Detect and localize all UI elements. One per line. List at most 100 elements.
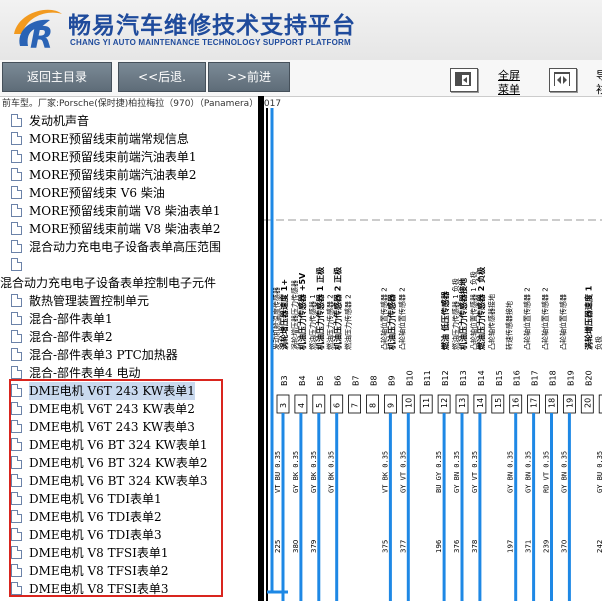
circuit-number: 371 bbox=[525, 540, 533, 553]
tree-item-label: MORE预留线束前端常规信息 bbox=[29, 132, 189, 146]
wire-color-label: GY BN 0.35 bbox=[507, 451, 515, 493]
pin-description: 燃油压力传感器 2 bbox=[344, 294, 353, 350]
connector-pin[interactable]: 凸轮轴位置传感器 B19 19 GY BN 0.35 370 bbox=[558, 294, 576, 601]
app-subtitle: CHANG YI AUTO MAINTENANCE TECHNOLOGY SUP… bbox=[70, 38, 351, 47]
connector-pin[interactable]: 燃油 低压传感器 B12 12 BU GY 0.35 196 bbox=[435, 290, 451, 601]
forward-button[interactable]: >>前进 bbox=[208, 62, 290, 92]
circuit-number: 375 bbox=[381, 540, 389, 553]
document-icon bbox=[11, 150, 22, 163]
connector-pin[interactable]: 凸轮轴位置传感器 2 B10 10 GY VT 0.35 377 bbox=[397, 287, 415, 601]
wire-color-label: GY BU 0.35 bbox=[596, 451, 602, 493]
pin-number: 4 bbox=[297, 403, 306, 408]
circuit-number: 242 bbox=[596, 540, 602, 553]
pin-number: 15 bbox=[494, 398, 503, 408]
connector-pin[interactable]: 涡轮增压器压力传感器 机油压力传感器 +5VB44GY BK 0.35380 bbox=[290, 272, 308, 601]
document-icon bbox=[11, 168, 22, 181]
fullscreen-label-line2: 菜单 bbox=[498, 83, 520, 96]
pin-signal-label: 机油压力传感器 +5V bbox=[297, 272, 307, 350]
tree-item-label: MORE预留线束 V6 柴油 bbox=[29, 186, 165, 200]
connector-pin[interactable]: 凸轮轴位置传感器 2 机油压力传感器B99VT BK 0.35375 bbox=[379, 287, 397, 601]
cut-label-line1: 导 bbox=[596, 69, 602, 82]
fullscreen-toggle-button[interactable] bbox=[450, 68, 478, 92]
wire-color-label: GY BN 0.35 bbox=[560, 451, 568, 493]
pin-number: 8 bbox=[369, 403, 378, 408]
wiring-diagram[interactable]: 发动机舱温度传感器 涡轮增压器速度 1+ B3 3 VT BU 0.35 225 涡轮增压器… bbox=[264, 108, 602, 601]
connector-pin[interactable]: 转速传感器接地 B16 16 GY BN 0.35 197 bbox=[505, 301, 523, 601]
fullscreen-label-line1: 全屏 bbox=[498, 69, 520, 82]
connector-pin[interactable]: 凸轮轴位置传感器 2 B18 18 RD VT 0.35 239 bbox=[541, 287, 558, 601]
pin-signal-label: 机油压力传感器 bbox=[386, 293, 396, 350]
pin-id: B13 bbox=[459, 370, 468, 386]
document-icon bbox=[11, 366, 22, 379]
pin-description: 凸轮轴位置传感器 bbox=[558, 294, 567, 350]
pin-number: 17 bbox=[530, 398, 539, 408]
tree-item-label: 发动机声音 bbox=[29, 114, 90, 128]
pin-number: 18 bbox=[548, 398, 557, 408]
connector-pin[interactable]: 燃油压力传感器 2 B7 7 bbox=[344, 294, 361, 414]
wiring-diagram-canvas: 发动机舱温度传感器 涡轮增压器速度 1+B33VT BU 0.35225涡轮增压器… bbox=[264, 108, 602, 601]
circuit-number: 239 bbox=[543, 540, 551, 553]
connector-pin[interactable]: 燃油压力传感器 1 机油压力传感器 1 正极B55GY BK 0.35379 bbox=[308, 267, 326, 601]
pin-number: 5 bbox=[315, 403, 324, 408]
pin-id: B17 bbox=[531, 370, 540, 386]
split-view-button[interactable] bbox=[549, 68, 577, 92]
wire-color-label: GY BK 0.35 bbox=[292, 451, 300, 493]
pin-number: 14 bbox=[476, 398, 485, 408]
wire-color-label: GY BK 0.35 bbox=[310, 451, 318, 493]
pin-signal-label: 燃油压力传感器 2 负极 bbox=[476, 267, 486, 350]
pin-description: 凸轮轴位置传感器 2 bbox=[523, 287, 532, 350]
connector-pin[interactable]: 发动机舱温度传感器 涡轮增压器速度 1+B33VT BU 0.35225 bbox=[272, 279, 290, 601]
connector-pin[interactable]: 涡轮增压器速度 1 B20 20 bbox=[580, 285, 594, 414]
pin-id: B16 bbox=[513, 370, 522, 386]
connector-pin[interactable]: B11 11 bbox=[419, 370, 433, 414]
fullscreen-menu-link[interactable]: 全屏 菜单 bbox=[498, 69, 520, 97]
pin-signal-label: 涡轮增压器速度 1 bbox=[583, 285, 593, 350]
pin-id: B8 bbox=[370, 375, 379, 386]
pin-signal-label: 机油压力传感器 1 正极 bbox=[315, 267, 325, 350]
home-button[interactable]: 返回主目录 bbox=[2, 62, 112, 92]
pin-description: 凸轮轴传感器接地 bbox=[487, 294, 496, 350]
circuit-number: 225 bbox=[274, 540, 282, 553]
pin-id: B10 bbox=[405, 370, 414, 386]
pin-number: 13 bbox=[458, 398, 467, 408]
pin-id: B18 bbox=[549, 370, 558, 386]
connector-pin[interactable]: 凸轮轴位置传感器 2 B17 17 GY BN 0.35 371 bbox=[523, 287, 541, 601]
circuit-number: 197 bbox=[507, 540, 515, 553]
pin-id: B7 bbox=[352, 375, 361, 386]
document-icon bbox=[11, 330, 22, 343]
connector-pin[interactable]: 燃油压力传感器 2 机油压力传感器 2 正极B66GY BK 0.35 bbox=[326, 267, 344, 601]
pin-id: B11 bbox=[423, 370, 432, 386]
pin-number: 9 bbox=[386, 403, 395, 408]
wire-color-label: BU GY 0.35 bbox=[435, 451, 443, 493]
circuit-number: 370 bbox=[560, 540, 568, 553]
tree-item-label: MORE预留线束前端汽油表单1 bbox=[29, 150, 197, 164]
pin-number: 6 bbox=[333, 403, 342, 408]
connector-pin[interactable]: 燃油压力传感器 1 负极 机油压力传感器接地B1313GY BN 0.35376 bbox=[451, 278, 469, 601]
tree-item-label: MORE预留线束前端汽油表单2 bbox=[29, 168, 197, 182]
wire-color-label: RD VT 0.35 bbox=[543, 451, 551, 493]
pin-description: 负极 bbox=[594, 336, 602, 350]
wire-color-label: VT BK 0.35 bbox=[381, 451, 389, 493]
connector-pin[interactable]: 凸轮轴位置传感器 1 负极 燃油压力传感器 2 负极B1414GY VT 0.35… bbox=[469, 267, 487, 601]
pin-signal-label: 涡轮增压器速度 1+ bbox=[279, 279, 289, 350]
pin-id: B14 bbox=[477, 370, 486, 386]
pin-id: B19 bbox=[566, 370, 575, 386]
app-title: 畅易汽车维修技术支持平台 bbox=[68, 13, 356, 39]
pin-number: 10 bbox=[404, 398, 413, 408]
document-icon bbox=[11, 312, 22, 325]
connector-pin[interactable]: 负极B2121GY BU 0.35242 bbox=[594, 336, 602, 601]
pin-description: 凸轮轴位置传感器 2 bbox=[397, 287, 406, 350]
toolbar: 返回主目录 <<后退. >>前进 全屏 菜单 导 衫 bbox=[0, 60, 602, 97]
tree-item-label: 混合动力充电电子设备表单高压范围 bbox=[29, 240, 222, 254]
pin-number: 11 bbox=[422, 398, 431, 408]
circuit-number: 378 bbox=[471, 540, 479, 553]
pin-number: 20 bbox=[583, 398, 592, 408]
back-button[interactable]: <<后退. bbox=[118, 62, 206, 92]
document-icon bbox=[11, 132, 22, 145]
pin-id: B9 bbox=[387, 375, 396, 386]
connector-pin[interactable]: B8 8 bbox=[366, 375, 379, 414]
wire-color-label: GY VT 0.35 bbox=[471, 451, 479, 493]
cut-off-link[interactable]: 导 衫 bbox=[596, 69, 602, 97]
connector-pin[interactable]: 凸轮轴传感器接地 B15 15 bbox=[487, 294, 505, 414]
tree-item-label: 混合-部件表单1 bbox=[29, 312, 113, 326]
